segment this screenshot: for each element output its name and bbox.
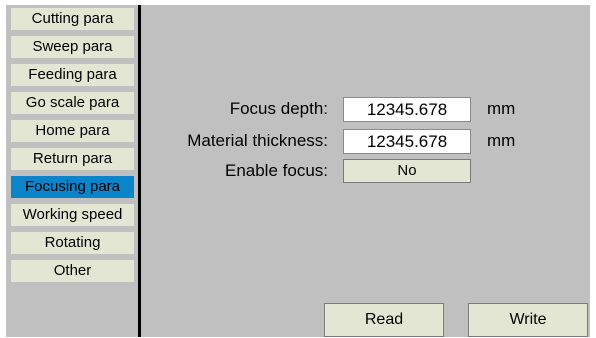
sidebar-divider <box>138 5 141 337</box>
sidebar-item-return-para[interactable]: Return para <box>11 148 134 170</box>
focus-depth-unit: mm <box>487 99 516 118</box>
sidebar-item-other[interactable]: Other <box>11 260 134 282</box>
sidebar-item-working-speed[interactable]: Working speed <box>11 204 134 226</box>
sidebar-item-sweep-para[interactable]: Sweep para <box>11 36 134 58</box>
material-thickness-field[interactable]: 12345.678 <box>343 129 471 154</box>
enable-focus-toggle[interactable]: No <box>343 159 471 183</box>
write-button[interactable]: Write <box>468 303 588 337</box>
material-thickness-label: Material thickness: <box>187 131 328 150</box>
sidebar: Cutting para Sweep para Feeding para Go … <box>6 5 138 337</box>
sidebar-item-go-scale-para[interactable]: Go scale para <box>11 92 134 114</box>
focus-depth-label: Focus depth: <box>229 99 328 118</box>
sidebar-item-feeding-para[interactable]: Feeding para <box>11 64 134 86</box>
sidebar-item-home-para[interactable]: Home para <box>11 120 134 142</box>
material-thickness-unit: mm <box>487 131 516 150</box>
read-button[interactable]: Read <box>324 303 444 337</box>
sidebar-item-cutting-para[interactable]: Cutting para <box>11 8 134 30</box>
parameter-screen: Cutting para Sweep para Feeding para Go … <box>6 5 590 337</box>
sidebar-item-focusing-para[interactable]: Focusing para <box>11 176 134 198</box>
focus-depth-field[interactable]: 12345.678 <box>343 97 471 122</box>
enable-focus-label: Enable focus: <box>224 161 328 180</box>
sidebar-item-rotating[interactable]: Rotating <box>11 232 134 254</box>
